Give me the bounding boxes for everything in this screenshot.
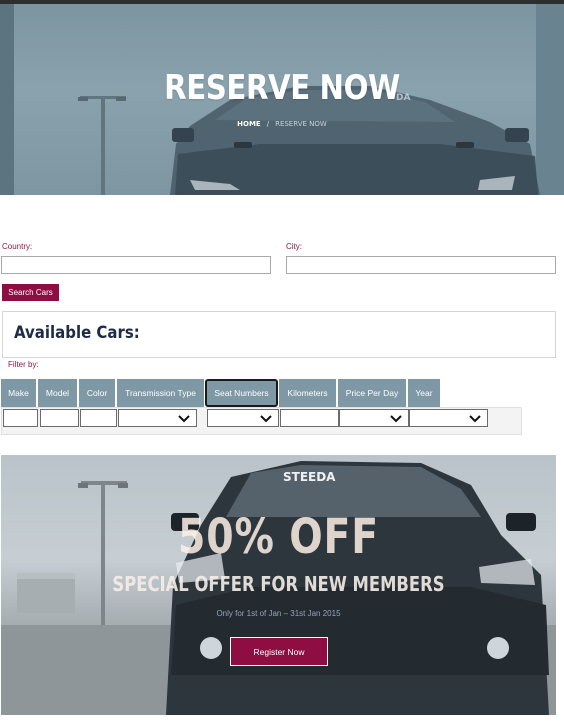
- city-label: City:: [286, 242, 302, 251]
- hero-banner: DA RESERVE NOW HOME / RESERVE NOW: [0, 4, 564, 195]
- page: DA RESERVE NOW HOME / RESERVE NOW Country:…: [0, 0, 564, 722]
- breadcrumb: HOME / RESERVE NOW: [0, 120, 564, 128]
- chevron-down-icon: [260, 415, 272, 423]
- filter-header-color[interactable]: Color: [79, 379, 115, 407]
- chevron-down-icon: [178, 415, 190, 423]
- filter-header-price-per-day[interactable]: Price Per Day: [338, 379, 406, 407]
- available-cars-heading: Available Cars:: [14, 323, 140, 343]
- color-filter-input[interactable]: [80, 409, 117, 427]
- country-label: Country:: [2, 242, 33, 251]
- price-per-day-select[interactable]: [339, 409, 409, 427]
- register-now-button[interactable]: Register Now: [230, 637, 328, 666]
- year-select[interactable]: [409, 409, 488, 427]
- promo-subheadline: SPECIAL OFFER FOR NEW MEMBERS: [112, 572, 445, 596]
- filter-header-make[interactable]: Make: [1, 379, 36, 407]
- available-cars-panel: Available Cars:: [2, 311, 556, 358]
- breadcrumb-home-link[interactable]: HOME: [237, 120, 261, 128]
- promo-headline: 50% OFF: [178, 509, 379, 565]
- filter-header-kilometers[interactable]: Kilometers: [279, 379, 336, 407]
- filter-header-seat-numbers[interactable]: Seat Numbers: [205, 379, 278, 407]
- promo-banner: STEEDA 50% OFF SPECIAL OFFER FOR NEW MEM…: [1, 455, 556, 715]
- filter-by-label: Filter by:: [8, 360, 39, 369]
- page-title: RESERVE NOW: [164, 68, 400, 108]
- promo-note: Only for 1st of Jan – 31st Jan 2015: [216, 609, 341, 618]
- filter-header-year[interactable]: Year: [408, 379, 440, 407]
- country-input[interactable]: [1, 256, 271, 274]
- kilometers-filter-input[interactable]: [280, 409, 339, 427]
- model-filter-input[interactable]: [40, 409, 79, 427]
- chevron-down-icon: [390, 415, 402, 423]
- filter-header-model[interactable]: Model: [38, 379, 77, 407]
- chevron-down-icon: [469, 415, 481, 423]
- make-filter-input[interactable]: [3, 409, 38, 427]
- breadcrumb-separator: /: [266, 120, 270, 128]
- search-cars-button[interactable]: Search Cars: [2, 284, 59, 301]
- seat-numbers-select[interactable]: [207, 409, 279, 427]
- transmission-type-select[interactable]: [118, 409, 197, 427]
- filter-header-transmission-type[interactable]: Transmission Type: [117, 379, 204, 407]
- promo-windshield-text: STEEDA: [283, 470, 336, 484]
- breadcrumb-current: RESERVE NOW: [275, 120, 327, 128]
- city-input[interactable]: [286, 256, 556, 274]
